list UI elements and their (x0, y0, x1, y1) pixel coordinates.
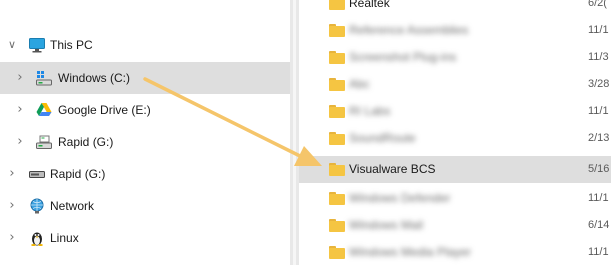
windows-drive-icon (36, 70, 52, 86)
nav-item-label: This PC (50, 38, 93, 52)
drive-icon (36, 134, 52, 150)
folder-icon (329, 219, 345, 232)
list-item-selected[interactable]: Visualware BCS 5/16 (299, 156, 611, 183)
nav-item-label: Linux (50, 231, 79, 245)
file-date: 2/13 (588, 132, 610, 144)
nav-item-google-drive[interactable]: › Google Drive (E:) (0, 94, 290, 126)
file-date: 11/1 (588, 246, 609, 258)
list-item[interactable]: Screenshot Plug-ins 11/3 (299, 44, 611, 71)
file-name: Realtek (349, 0, 390, 10)
file-name: Screenshot Plug-ins (349, 50, 457, 64)
nav-item-network[interactable]: › Network (0, 190, 290, 222)
nav-item-this-pc[interactable]: ∨ This PC (0, 29, 290, 61)
file-date: 11/3 (588, 51, 609, 63)
chevron-right-icon[interactable]: › (6, 199, 18, 213)
chevron-right-icon[interactable]: › (6, 167, 18, 181)
file-name: Windows Defender (349, 191, 451, 205)
network-icon (29, 198, 45, 214)
file-name: Abc (349, 77, 370, 91)
file-date: 3/28 (588, 78, 610, 90)
pane-splitter[interactable] (290, 0, 299, 265)
file-name: Windows Mail (349, 218, 424, 232)
file-name: Visualware BCS (349, 162, 436, 176)
folder-icon (329, 246, 345, 259)
list-item[interactable]: Windows Media Player 11/1 (299, 239, 611, 266)
list-item[interactable]: Windows Mail 6/14 (299, 212, 611, 239)
folder-icon (329, 0, 345, 10)
file-name: Reference Assemblies (349, 23, 469, 37)
chevron-right-icon[interactable]: › (6, 231, 18, 245)
list-item[interactable]: SoundRoute 2/13 (299, 125, 611, 152)
file-date: 6/2( (588, 0, 607, 9)
nav-item-label: Network (50, 199, 95, 213)
nav-item-label: Rapid (G:) (50, 167, 106, 181)
nav-item-rapid-g-root[interactable]: › Rapid (G:) (0, 158, 290, 190)
folder-icon (329, 163, 345, 176)
monitor-icon (29, 37, 45, 53)
file-list: Realtek 6/2( Reference Assemblies 11/1 S… (299, 0, 611, 265)
nav-item-label: Windows (C:) (58, 71, 131, 85)
navigation-pane: ∨ This PC › Windows (C:) › Google Drive … (0, 0, 290, 265)
file-date: 11/1 (588, 24, 609, 36)
list-item[interactable]: Realtek 6/2( (299, 0, 611, 17)
chevron-right-icon[interactable]: › (14, 71, 26, 85)
nav-item-label: Rapid (G:) (58, 135, 114, 149)
file-name: RI Labs (349, 104, 391, 118)
chevron-right-icon[interactable]: › (14, 103, 26, 117)
folder-icon (329, 24, 345, 37)
linux-penguin-icon (29, 230, 45, 246)
file-name: Windows Media Player (349, 245, 472, 259)
drive-icon (29, 166, 45, 182)
file-date: 11/1 (588, 105, 609, 117)
list-item[interactable]: Windows Defender 11/1 (299, 185, 611, 212)
nav-item-rapid-g[interactable]: › Rapid (G:) (0, 126, 290, 158)
folder-icon (329, 105, 345, 118)
file-date: 5/16 (588, 163, 610, 175)
nav-item-label: Google Drive (E:) (58, 103, 151, 117)
folder-icon (329, 192, 345, 205)
list-item[interactable]: Reference Assemblies 11/1 (299, 17, 611, 44)
nav-item-windows-c[interactable]: › Windows (C:) (0, 62, 290, 94)
file-date: 11/1 (588, 192, 609, 204)
list-item[interactable]: RI Labs 11/1 (299, 98, 611, 125)
google-drive-icon (36, 102, 52, 118)
nav-item-linux[interactable]: › Linux (0, 222, 290, 254)
folder-icon (329, 51, 345, 64)
folder-icon (329, 78, 345, 91)
chevron-down-icon[interactable]: ∨ (6, 38, 18, 52)
list-item[interactable]: Abc 3/28 (299, 71, 611, 98)
file-date: 6/14 (588, 219, 610, 231)
folder-icon (329, 132, 345, 145)
chevron-right-icon[interactable]: › (14, 135, 26, 149)
file-name: SoundRoute (349, 131, 416, 145)
